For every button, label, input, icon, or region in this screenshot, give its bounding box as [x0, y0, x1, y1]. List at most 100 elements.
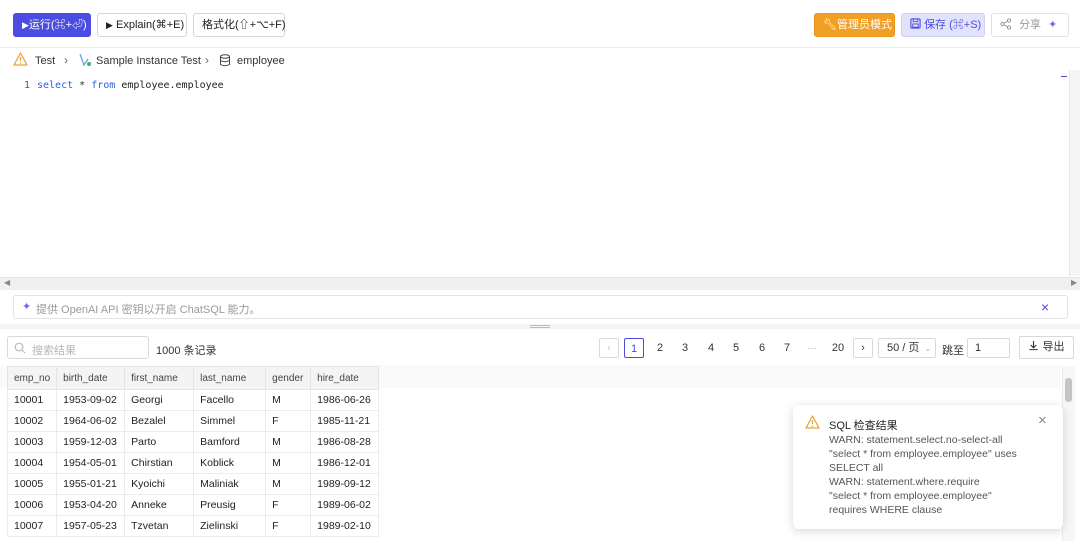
table-cell[interactable]: Maliniak [193, 473, 267, 495]
table-cell[interactable]: 10006 [6, 494, 58, 516]
page-5[interactable]: 5 [726, 338, 746, 358]
line-number: 1 [24, 80, 31, 91]
editor-horizontal-scrollbar[interactable] [0, 277, 1080, 290]
table-cell[interactable]: 1989-09-12 [310, 473, 380, 495]
close-icon[interactable]: × [1038, 412, 1047, 429]
table-cell[interactable]: 10002 [6, 410, 58, 432]
table-cell[interactable]: 1989-06-02 [310, 494, 380, 516]
table-cell[interactable]: M [265, 473, 312, 495]
column-header[interactable]: first_name [124, 366, 195, 390]
table-cell[interactable]: F [265, 494, 312, 516]
sql-code-line[interactable]: select * from employee.employee [37, 80, 224, 91]
table-cell[interactable]: 1989-02-10 [310, 515, 380, 537]
page-2[interactable]: 2 [650, 338, 670, 358]
table-cell[interactable]: Parto [124, 431, 195, 453]
sql-check-popup: SQL 检查结果 × WARN: statement.select.no-sel… [793, 405, 1063, 529]
save-button[interactable]: 保存 (⌘+S) [901, 13, 985, 37]
search-results-input[interactable]: 搜索结果 [7, 336, 149, 359]
table-cell[interactable]: 1953-04-20 [56, 494, 126, 516]
scroll-right-icon[interactable]: ▶ [1071, 278, 1077, 287]
table-cell[interactable]: 10007 [6, 515, 58, 537]
table-cell[interactable]: M [265, 431, 312, 453]
table-cell[interactable]: 10001 [6, 389, 58, 411]
run-button[interactable]: ▶运行(⌘+⏎) [13, 13, 91, 37]
page-size-select[interactable]: 50 / 页 ⌄ [878, 338, 936, 358]
export-button[interactable]: 导出 [1019, 336, 1074, 359]
breadcrumb-instance[interactable]: Sample Instance Test [96, 54, 201, 68]
share-button[interactable]: 分享 ✦ [991, 13, 1069, 37]
table-cell[interactable]: Kyoichi [124, 473, 195, 495]
table-cell[interactable]: 1986-06-26 [310, 389, 380, 411]
results-table: emp_no birth_date first_name last_name g… [6, 366, 380, 537]
play-icon: ▶ [106, 20, 113, 30]
table-row: 10002 1964-06-02 Bezalel Simmel F 1985-11-21 [6, 410, 380, 432]
table-row: 10004 1954-05-01 Chirstian Koblick M 1986-12-… [6, 452, 380, 474]
table-cell[interactable]: Koblick [193, 452, 267, 474]
table-cell[interactable]: Simmel [193, 410, 267, 432]
column-header[interactable]: gender [265, 366, 312, 390]
prev-page-button[interactable]: ‹ [599, 338, 619, 358]
table-cell[interactable]: Bezalel [124, 410, 195, 432]
table-cell[interactable]: 1953-09-02 [56, 389, 126, 411]
sql-editor[interactable] [0, 70, 1068, 275]
table-cell[interactable]: 1986-08-28 [310, 431, 380, 453]
results-vertical-scrollbar[interactable] [1062, 366, 1075, 541]
warning-icon [805, 415, 820, 429]
column-header[interactable]: emp_no [6, 366, 58, 390]
table-cell[interactable]: Facello [193, 389, 267, 411]
drag-handle-icon[interactable] [530, 325, 550, 328]
page-1[interactable]: 1 [624, 338, 644, 358]
table-cell[interactable]: Tzvetan [124, 515, 195, 537]
toolbar-divider [0, 47, 1080, 48]
column-header[interactable]: hire_date [310, 366, 380, 390]
table-cell[interactable]: 10003 [6, 431, 58, 453]
table-cell[interactable]: F [265, 410, 312, 432]
table-cell[interactable]: Preusig [193, 494, 267, 516]
table-cell[interactable]: 1986-12-01 [310, 452, 380, 474]
table-cell[interactable]: 1954-05-01 [56, 452, 126, 474]
chatsql-banner-text: 提供 OpenAI API 密钥以开启 ChatSQL 能力。 [36, 304, 261, 316]
next-page-button[interactable]: › [853, 338, 873, 358]
close-icon[interactable]: × [1041, 299, 1049, 315]
breadcrumb-database[interactable]: employee [237, 54, 285, 68]
table-cell[interactable]: Chirstian [124, 452, 195, 474]
editor-vertical-scrollbar[interactable] [1069, 70, 1080, 276]
format-button[interactable]: 格式化(⇧+⌥+F) [193, 13, 286, 37]
table-cell[interactable]: Zielinski [193, 515, 267, 537]
wrench-icon: 🔧︎ [823, 19, 837, 31]
jump-page-input[interactable]: 1 [967, 338, 1010, 358]
table-cell[interactable]: 10005 [6, 473, 58, 495]
table-cell[interactable]: M [265, 452, 312, 474]
table-cell[interactable]: 10004 [6, 452, 58, 474]
sql-check-message-line: "select * from employee.employee" uses [829, 448, 1017, 460]
table-cell[interactable]: Georgi [124, 389, 195, 411]
share-button-label: 分享 [1019, 19, 1042, 31]
sql-check-message-line: "select * from employee.employee" [829, 490, 992, 502]
table-cell[interactable]: F [265, 515, 312, 537]
table-cell[interactable]: 1955-01-21 [56, 473, 126, 495]
table-row: 10003 1959-12-03 Parto Bamford M 1986-08-28 [6, 431, 380, 453]
table-cell[interactable]: 1957-05-23 [56, 515, 126, 537]
page-7[interactable]: 7 [777, 338, 797, 358]
pagination-ellipsis[interactable]: ··· [802, 338, 822, 358]
page-3[interactable]: 3 [675, 338, 695, 358]
page-last[interactable]: 20 [828, 338, 848, 358]
chatsql-banner: ✦ 提供 OpenAI API 密钥以开启 ChatSQL 能力。 × [13, 295, 1068, 319]
page-4[interactable]: 4 [701, 338, 721, 358]
table-cell[interactable]: Anneke [124, 494, 195, 516]
table-cell[interactable]: 1964-06-02 [56, 410, 126, 432]
table-cell[interactable]: 1985-11-21 [310, 410, 380, 432]
breadcrumb-environment[interactable]: Test [35, 54, 55, 68]
column-header[interactable]: birth_date [56, 366, 126, 390]
column-header[interactable]: last_name [193, 366, 267, 390]
admin-mode-button[interactable]: 🔧︎管理员模式 [814, 13, 895, 37]
jump-label: 跳至 [942, 345, 964, 357]
scroll-left-icon[interactable]: ◀ [4, 278, 10, 287]
scrollbar-thumb[interactable] [1065, 378, 1072, 402]
table-cell[interactable]: Bamford [193, 431, 267, 453]
sql-keyword-select: select [37, 80, 74, 91]
page-6[interactable]: 6 [752, 338, 772, 358]
explain-button[interactable]: ▶ Explain(⌘+E) [97, 13, 187, 37]
table-cell[interactable]: 1959-12-03 [56, 431, 126, 453]
table-cell[interactable]: M [265, 389, 312, 411]
